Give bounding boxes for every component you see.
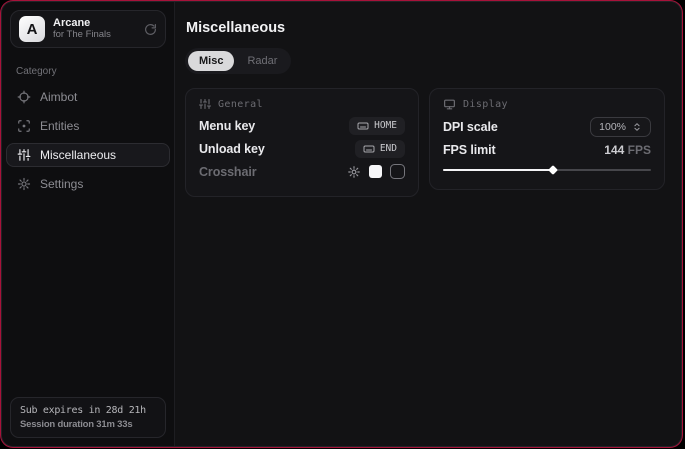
fps-limit-label: FPS limit — [443, 143, 496, 157]
fps-limit-row: FPS limit 144 FPS — [443, 138, 651, 161]
category-label: Category — [16, 66, 160, 77]
crosshair-color-swatch[interactable] — [369, 165, 382, 178]
sidebar-item-aimbot[interactable]: Aimbot — [6, 85, 170, 109]
sliders-icon — [17, 148, 31, 162]
menu-key-label: Menu key — [199, 119, 255, 133]
crosshair-checkbox[interactable] — [390, 164, 405, 179]
dpi-scale-select[interactable]: 100% — [590, 117, 651, 137]
tab-radar[interactable]: Radar — [236, 51, 288, 71]
sidebar-item-settings[interactable]: Settings — [6, 172, 170, 196]
slider-thumb[interactable] — [548, 165, 558, 175]
menu-key-row: Menu key HOME — [199, 114, 405, 137]
display-panel-title: Display — [463, 99, 508, 110]
display-panel-header: Display — [443, 98, 651, 111]
subscription-status-card: Sub expires in 28d 21h Session duration … — [10, 397, 166, 438]
brand-logo: A — [19, 16, 45, 42]
session-duration-text: Session duration 31m 33s — [20, 419, 156, 430]
brand-text: Arcane for The Finals — [53, 17, 136, 41]
crosshair-settings-gear-icon[interactable] — [347, 165, 361, 179]
sub-expiry-text: Sub expires in 28d 21h — [20, 405, 156, 416]
dpi-scale-value: 100% — [599, 121, 626, 133]
fps-unit: FPS — [628, 143, 651, 157]
sidebar-item-label: Miscellaneous — [40, 148, 116, 162]
desktop-background: A Arcane for The Finals Category Aimbot — [0, 0, 685, 449]
monitor-icon — [443, 98, 456, 111]
crosshair-row: Crosshair — [199, 160, 405, 183]
tab-bar: Misc Radar — [185, 48, 291, 74]
page-title: Miscellaneous — [186, 20, 667, 36]
brand-card: A Arcane for The Finals — [10, 10, 166, 48]
sidebar-item-miscellaneous[interactable]: Miscellaneous — [6, 143, 170, 167]
menu-key-bind-value: HOME — [374, 120, 397, 131]
gear-icon — [17, 177, 31, 191]
refresh-icon[interactable] — [144, 23, 157, 36]
general-panel: General Menu key HOME Unload key — [185, 88, 419, 197]
keyboard-icon — [357, 120, 369, 132]
tab-misc[interactable]: Misc — [188, 51, 234, 71]
sidebar-item-label: Entities — [40, 119, 79, 133]
general-panel-title: General — [218, 99, 263, 110]
main-content: Miscellaneous Misc Radar General Menu ke… — [175, 2, 681, 446]
crosshair-controls — [347, 164, 405, 179]
brand-subtitle: for The Finals — [53, 30, 136, 41]
crosshair-label: Crosshair — [199, 165, 256, 179]
crosshair-icon — [17, 90, 31, 104]
sliders-small-icon — [199, 98, 211, 110]
sidebar-item-label: Settings — [40, 177, 83, 191]
sidebar-spacer — [2, 198, 174, 389]
brand-title: Arcane — [53, 17, 136, 30]
unload-key-bind-button[interactable]: END — [355, 140, 405, 158]
fps-limit-slider[interactable] — [443, 164, 651, 176]
fps-limit-value: 144 FPS — [604, 143, 651, 157]
unload-key-label: Unload key — [199, 142, 265, 156]
sidebar: A Arcane for The Finals Category Aimbot — [2, 2, 175, 446]
dpi-scale-row: DPI scale 100% — [443, 115, 651, 138]
keyboard-icon — [363, 143, 375, 155]
display-panel: Display DPI scale 100% FPS limit — [429, 88, 665, 190]
slider-track[interactable] — [443, 169, 651, 172]
unload-key-row: Unload key END — [199, 137, 405, 160]
entities-scan-icon — [17, 119, 31, 133]
sidebar-item-entities[interactable]: Entities — [6, 114, 170, 138]
app-window: A Arcane for The Finals Category Aimbot — [1, 1, 682, 447]
select-updown-icon — [632, 122, 642, 132]
general-panel-header: General — [199, 98, 405, 110]
sidebar-nav: Aimbot Entities Miscellaneous — [2, 83, 174, 198]
sidebar-item-label: Aimbot — [40, 90, 77, 104]
unload-key-bind-value: END — [380, 143, 397, 154]
fps-number: 144 — [604, 143, 624, 157]
panels-row: General Menu key HOME Unload key — [185, 88, 667, 197]
slider-fill — [443, 169, 553, 172]
menu-key-bind-button[interactable]: HOME — [349, 117, 405, 135]
dpi-scale-label: DPI scale — [443, 120, 498, 134]
